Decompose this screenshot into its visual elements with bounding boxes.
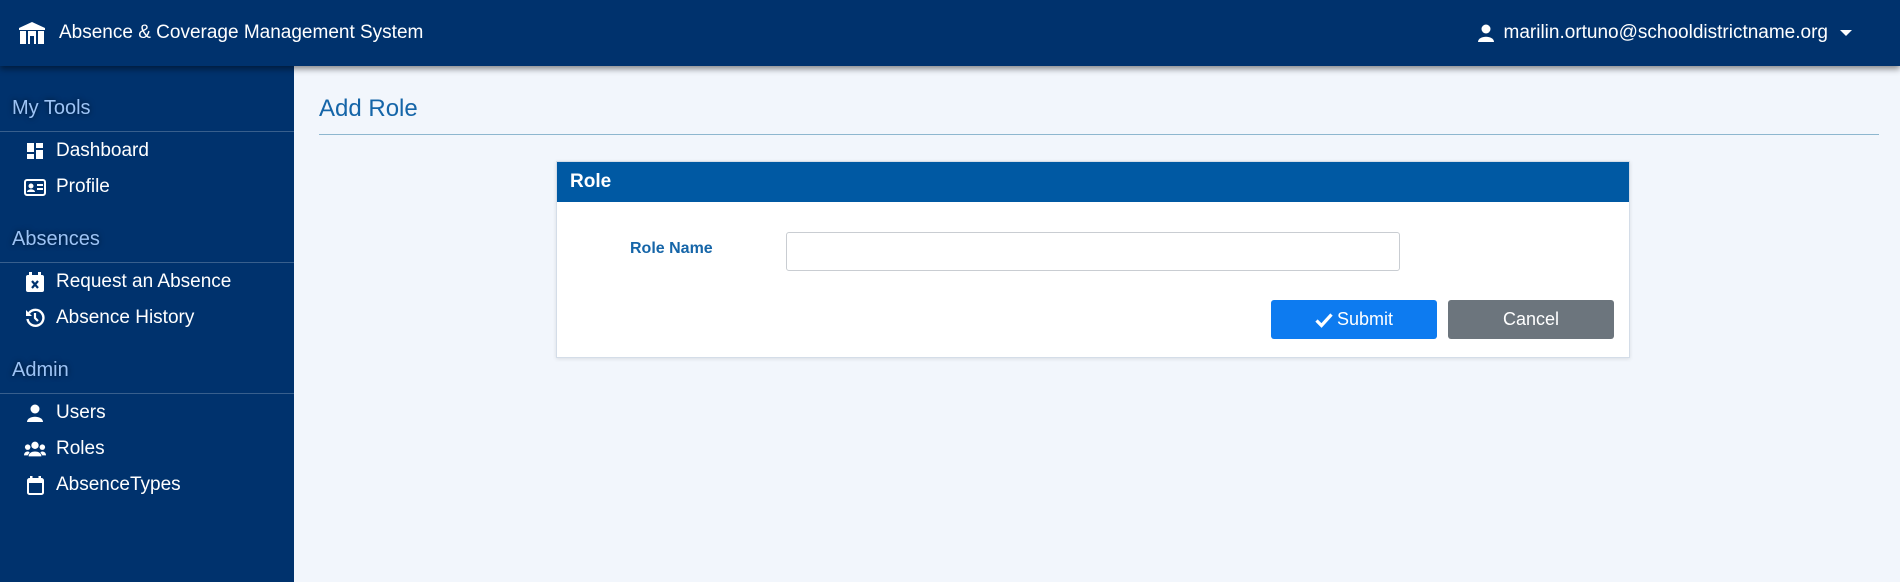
title-divider xyxy=(319,134,1879,135)
submit-label: Submit xyxy=(1336,309,1394,329)
sidebar: My Tools Dashboard Profile Absences Requ… xyxy=(0,66,294,582)
user-menu[interactable]: marilin.ortuno@schooldistrictname.org xyxy=(1477,20,1852,46)
sidebar-section-my-tools: My Tools xyxy=(12,97,91,119)
top-navbar: Absence & Coverage Management System mar… xyxy=(0,0,1900,66)
check-icon xyxy=(1315,312,1333,328)
calendar-icon xyxy=(24,474,46,496)
sidebar-item-users[interactable]: Users xyxy=(24,399,106,427)
sidebar-item-absence-history[interactable]: Absence History xyxy=(24,304,194,332)
sidebar-section-absences: Absences xyxy=(12,228,100,250)
sidebar-item-request-absence[interactable]: Request an Absence xyxy=(24,268,231,296)
page-title: Add Role xyxy=(319,95,418,122)
id-card-icon xyxy=(24,176,46,198)
sidebar-item-dashboard[interactable]: Dashboard xyxy=(24,137,149,165)
sidebar-item-profile[interactable]: Profile xyxy=(24,173,110,201)
dashboard-icon xyxy=(24,140,46,162)
sidebar-section-admin: Admin xyxy=(12,359,69,381)
user-icon xyxy=(24,402,46,424)
brand[interactable]: Absence & Coverage Management System xyxy=(19,20,423,46)
divider xyxy=(0,131,294,132)
calendar-x-icon xyxy=(24,271,46,293)
app-title: Absence & Coverage Management System xyxy=(59,22,424,43)
role-name-label: Role Name xyxy=(630,240,713,257)
sidebar-item-label: AbsenceTypes xyxy=(56,474,181,495)
card-header: Role xyxy=(557,162,1629,202)
user-icon xyxy=(1477,24,1494,42)
divider xyxy=(0,393,294,394)
role-form-card: Role Role Name Submit Cancel xyxy=(556,161,1630,358)
history-icon xyxy=(24,307,46,329)
user-email: marilin.ortuno@schooldistrictname.org xyxy=(1503,22,1828,43)
sidebar-item-label: Users xyxy=(56,402,106,423)
submit-button[interactable]: Submit xyxy=(1271,300,1437,339)
divider xyxy=(0,262,294,263)
sidebar-item-label: Request an Absence xyxy=(56,271,232,292)
sidebar-item-roles[interactable]: Roles xyxy=(24,435,105,463)
sidebar-item-label: Roles xyxy=(56,438,105,459)
chevron-down-icon xyxy=(1840,30,1852,36)
cancel-button[interactable]: Cancel xyxy=(1448,300,1614,339)
sidebar-item-label: Absence History xyxy=(56,307,195,328)
role-name-input[interactable] xyxy=(786,232,1400,271)
sidebar-item-label: Dashboard xyxy=(56,140,149,161)
school-logo-icon xyxy=(19,22,45,44)
users-group-icon xyxy=(24,438,46,460)
cancel-label: Cancel xyxy=(1502,309,1560,329)
sidebar-item-absence-types[interactable]: AbsenceTypes xyxy=(24,471,181,499)
sidebar-item-label: Profile xyxy=(56,176,110,197)
